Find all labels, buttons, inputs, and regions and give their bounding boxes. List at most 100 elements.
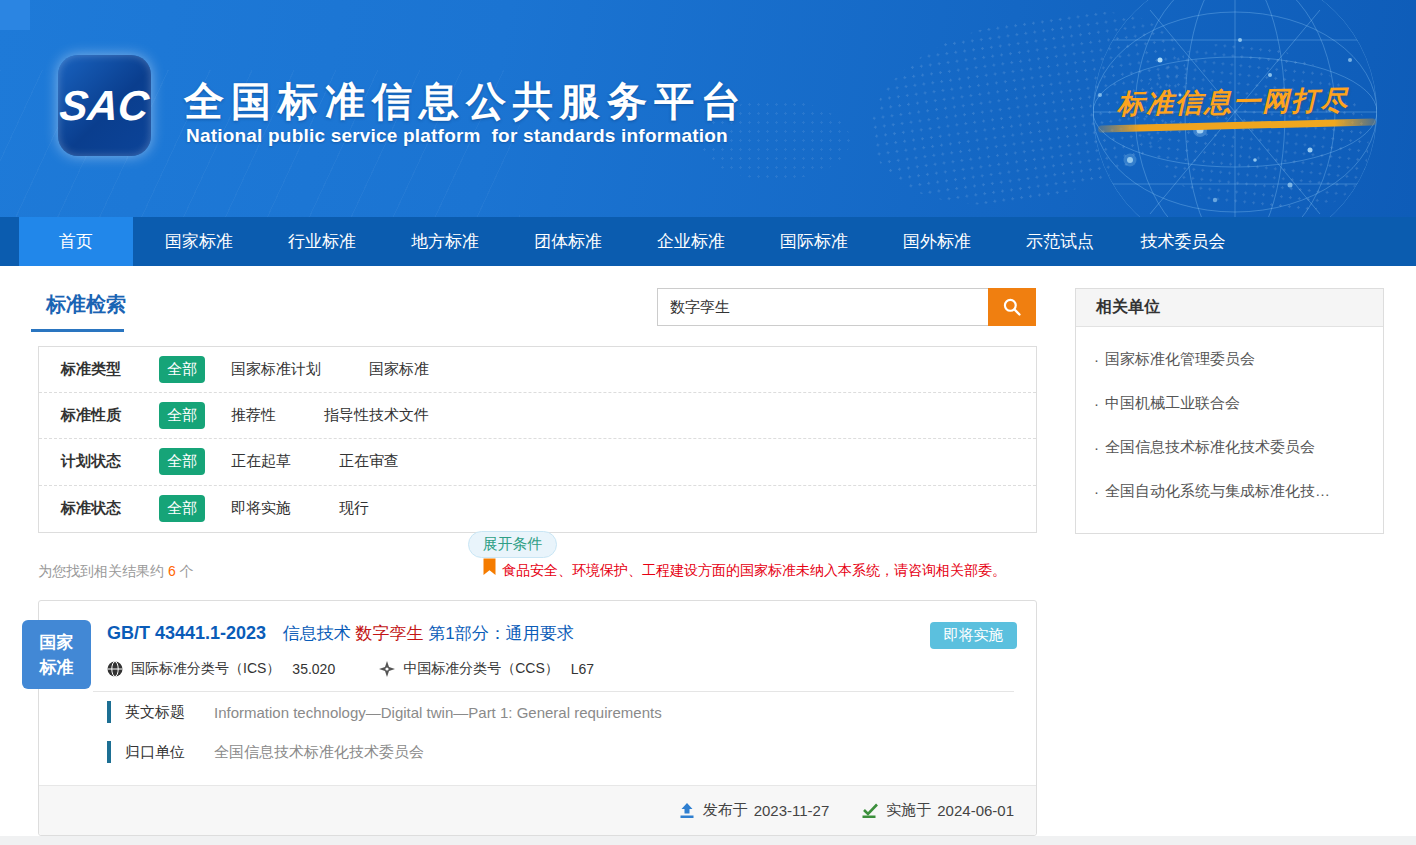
result-count-prefix: 为您找到相关结果约 [38,563,164,579]
english-title-label: 英文标题 [125,703,200,722]
filter-all-button[interactable]: 全部 [159,495,205,522]
bookmark-icon [483,558,496,576]
result-count: 为您找到相关结果约6个 [38,563,194,581]
filter-label: 标准性质 [61,406,159,425]
row-accent-bar [107,741,111,763]
nav-item-foreign-standards[interactable]: 国外标准 [880,217,994,266]
published-date-group: 发布于 2023-11-27 [679,801,830,820]
nav-item-label: 国际标准 [780,230,848,253]
publish-icon [679,803,695,819]
implement-icon [861,803,878,819]
competent-unit-label: 归口单位 [125,743,200,762]
standard-title-highlight: 数字孪生 [356,624,424,643]
related-organizations-panel: 相关单位 国家标准化管理委员会 中国机械工业联合会 全国信息技术标准化技术委员会… [1075,288,1384,534]
nav-item-local-standards[interactable]: 地方标准 [388,217,502,266]
filter-all-button[interactable]: 全部 [159,356,205,383]
related-org-item[interactable]: 中国机械工业联合会 [1094,381,1383,425]
status-badge: 即将实施 [930,622,1017,649]
filter-option[interactable]: 国家标准 [369,360,429,379]
filter-option[interactable]: 指导性技术文件 [324,406,429,425]
search-icon [1002,297,1022,317]
nav-item-label: 企业标准 [657,230,725,253]
filter-label: 标准类型 [61,360,159,379]
card-footer: 发布于 2023-11-27 实施于 2024-06-01 [39,785,1036,835]
main-navigation: 首页 国家标准 行业标准 地方标准 团体标准 企业标准 国际标准 国外标准 示范… [0,217,1416,266]
standard-title-link[interactable]: GB/T 43441.1-2023 信息技术 数字孪生 第1部分：通用要求 [107,622,574,645]
published-date: 2023-11-27 [754,802,830,819]
nav-item-pilot-demo[interactable]: 示范试点 [1003,217,1117,266]
filter-label: 标准状态 [61,499,159,518]
ccs-value: L67 [571,661,594,677]
english-title-row: 英文标题 Information technology—Digital twin… [107,701,662,723]
tab-standard-search[interactable]: 标准检索 [46,291,126,318]
english-title-value: Information technology—Digital twin—Part… [214,704,662,721]
published-label: 发布于 [703,801,748,820]
nav-item-label: 地方标准 [411,230,479,253]
ics-value: 35.020 [292,661,335,677]
ccs-label: 中国标准分类号（CCS） [403,660,559,678]
result-count-number: 6 [168,563,176,579]
nav-item-national-standards[interactable]: 国家标准 [142,217,256,266]
system-notice: 食品安全、环境保护、工程建设方面的国家标准未纳入本系统，请咨询相关部委。 [483,558,1006,580]
nav-item-technical-committee[interactable]: 技术委员会 [1126,217,1240,266]
nav-item-home[interactable]: 首页 [19,217,133,266]
corner-decoration [0,0,30,30]
header-banner: SAC 全国标准信息公共服务平台 National public service… [0,0,1416,217]
badge-line: 国家 [40,630,74,655]
competent-unit-value: 全国信息技术标准化技术委员会 [214,743,424,762]
tab-active-underline [31,329,124,332]
page-bottom-strip [0,836,1416,845]
badge-line: 标准 [40,655,74,680]
filter-option[interactable]: 现行 [339,499,369,518]
compass-icon [379,661,395,677]
related-organizations-title: 相关单位 [1076,289,1383,327]
implemented-label: 实施于 [886,801,931,820]
filter-all-button[interactable]: 全部 [159,402,205,429]
filter-option[interactable]: 国家标准计划 [231,360,321,379]
filter-row-standard-status: 标准状态 全部 即将实施 现行 [39,486,1036,532]
nav-item-enterprise-standards[interactable]: 企业标准 [634,217,748,266]
standard-code: GB/T 43441.1-2023 [107,623,266,643]
filter-label: 计划状态 [61,452,159,471]
related-org-item[interactable]: 全国自动化系统与集成标准化技… [1094,469,1383,513]
filter-row-standard-nature: 标准性质 全部 推荐性 指导性技术文件 [39,393,1036,439]
globe-icon [107,661,123,677]
implemented-date-group: 实施于 2024-06-01 [861,801,1014,820]
expand-conditions-button[interactable]: 展开条件 [468,531,557,558]
nav-item-industry-standards[interactable]: 行业标准 [265,217,379,266]
standard-result-card: 国家 标准 GB/T 43441.1-2023 信息技术 数字孪生 第1部分：通… [38,600,1037,836]
slogan-banner: 标准信息一网打尽 [1093,82,1374,123]
nav-item-group-standards[interactable]: 团体标准 [511,217,625,266]
filter-panel: 标准类型 全部 国家标准计划 国家标准 标准性质 全部 推荐性 指导性技术文件 … [38,346,1037,533]
filter-option[interactable]: 推荐性 [231,406,276,425]
search-button[interactable] [988,288,1036,326]
sac-logo-text: SAC [58,82,152,130]
card-divider [93,691,1014,692]
nav-item-label: 行业标准 [288,230,356,253]
filter-option[interactable]: 正在审查 [339,452,399,471]
nav-item-label: 国外标准 [903,230,971,253]
nav-item-label: 首页 [59,230,93,253]
implemented-date: 2024-06-01 [937,802,1014,819]
standard-title-part: 第1部分：通用要求 [428,624,573,643]
related-org-item[interactable]: 全国信息技术标准化技术委员会 [1094,425,1383,469]
national-standard-badge: 国家 标准 [22,620,91,689]
filter-all-button[interactable]: 全部 [159,448,205,475]
nav-item-label: 示范试点 [1026,230,1094,253]
search-input[interactable] [657,288,988,326]
standard-title-part: 信息技术 [283,624,351,643]
nav-item-international-standards[interactable]: 国际标准 [757,217,871,266]
sac-logo[interactable]: SAC [58,55,151,156]
site-title: 全国标准信息公共服务平台 [184,74,748,129]
filter-row-plan-status: 计划状态 全部 正在起草 正在审查 [39,439,1036,485]
nav-item-label: 国家标准 [165,230,233,253]
related-org-item[interactable]: 国家标准化管理委员会 [1094,337,1383,381]
competent-unit-row: 归口单位 全国信息技术标准化技术委员会 [107,741,424,763]
site-subtitle: National public service platform for sta… [186,125,728,147]
notice-text: 食品安全、环境保护、工程建设方面的国家标准未纳入本系统，请咨询相关部委。 [502,562,1006,580]
filter-option[interactable]: 即将实施 [231,499,291,518]
filter-option[interactable]: 正在起草 [231,452,291,471]
nav-item-label: 团体标准 [534,230,602,253]
ics-label: 国际标准分类号（ICS） [131,660,280,678]
classification-row: 国际标准分类号（ICS） 35.020 中国标准分类号（CCS） L67 [107,660,594,678]
